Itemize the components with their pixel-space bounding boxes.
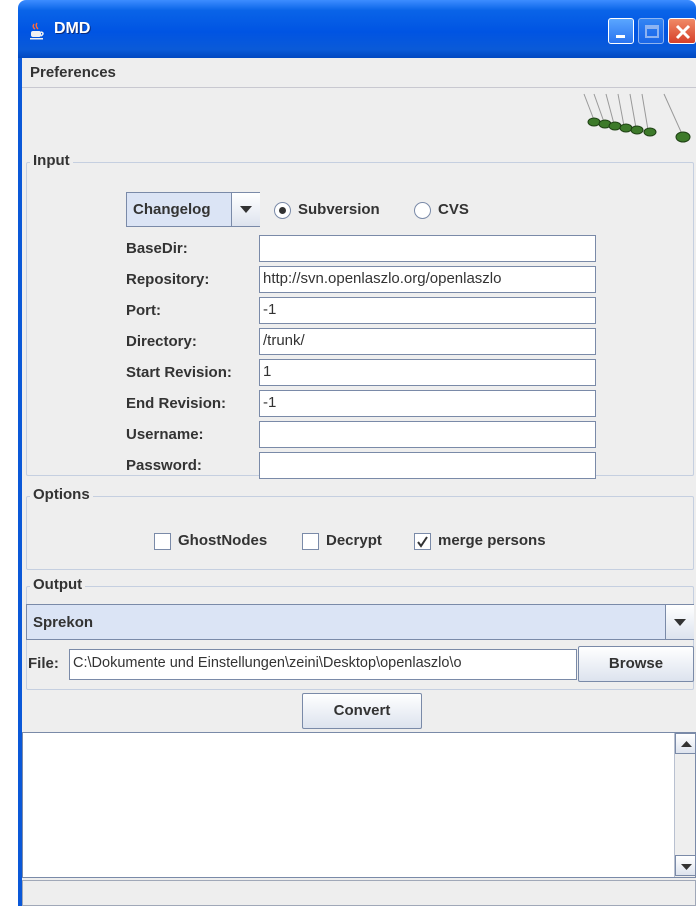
end-revision-field[interactable]: -1 bbox=[259, 390, 596, 417]
mode-select[interactable]: Changelog bbox=[126, 192, 260, 227]
convert-button[interactable]: Convert bbox=[302, 693, 422, 729]
arrow-up-icon bbox=[681, 741, 692, 747]
start-revision-field[interactable]: 1 bbox=[259, 359, 596, 386]
end-revision-label: End Revision: bbox=[126, 395, 227, 412]
username-label: Username: bbox=[126, 426, 204, 443]
directory-label: Directory: bbox=[126, 333, 197, 350]
port-field[interactable]: -1 bbox=[259, 297, 596, 324]
username-field[interactable] bbox=[259, 421, 596, 448]
close-icon bbox=[675, 24, 691, 40]
repository-field[interactable]: http://svn.openlaszlo.org/openlaszlo bbox=[259, 266, 596, 293]
maximize-button[interactable] bbox=[638, 18, 664, 44]
radio-subversion-label: Subversion bbox=[298, 201, 380, 218]
output-format-arrow[interactable] bbox=[665, 605, 694, 639]
password-label: Password: bbox=[126, 457, 202, 474]
chevron-down-icon bbox=[674, 619, 686, 626]
port-label: Port: bbox=[126, 302, 161, 319]
decrypt-label: Decrypt bbox=[326, 532, 382, 549]
status-bar bbox=[22, 880, 696, 906]
output-format-value: Sprekon bbox=[33, 614, 94, 631]
mode-select-value: Changelog bbox=[133, 201, 211, 218]
minimize-button[interactable] bbox=[608, 18, 634, 44]
scroll-up-button[interactable] bbox=[675, 733, 696, 754]
arrow-down-icon bbox=[681, 864, 692, 870]
ghostnodes-checkbox[interactable] bbox=[154, 533, 171, 550]
checkmark-icon bbox=[417, 536, 428, 548]
directory-field[interactable]: /trunk/ bbox=[259, 328, 596, 355]
radio-cvs[interactable] bbox=[414, 202, 431, 219]
start-revision-label: Start Revision: bbox=[126, 364, 232, 381]
ghostnodes-label: GhostNodes bbox=[178, 532, 268, 549]
browse-button[interactable]: Browse bbox=[578, 646, 694, 682]
merge-persons-label: merge persons bbox=[438, 532, 546, 549]
window-title: DMD bbox=[54, 20, 91, 37]
output-legend: Output bbox=[30, 576, 86, 593]
options-legend: Options bbox=[30, 486, 93, 503]
decrypt-checkbox[interactable] bbox=[302, 533, 319, 550]
file-path-field[interactable]: C:\Dokumente und Einstellungen\zeini\Des… bbox=[69, 649, 577, 680]
repository-label: Repository: bbox=[126, 271, 210, 288]
chevron-down-icon bbox=[240, 206, 252, 213]
basedir-field[interactable] bbox=[259, 235, 596, 262]
password-field[interactable] bbox=[259, 452, 596, 479]
input-legend: Input bbox=[30, 152, 73, 169]
basedir-label: BaseDir: bbox=[126, 240, 188, 257]
newtons-cradle-icon bbox=[583, 93, 691, 143]
minimize-icon bbox=[616, 35, 625, 38]
scroll-down-button[interactable] bbox=[675, 855, 696, 876]
mode-select-arrow[interactable] bbox=[231, 193, 260, 226]
menu-bar: Preferences bbox=[22, 58, 696, 88]
log-scrollbar[interactable] bbox=[674, 733, 696, 877]
maximize-icon bbox=[645, 25, 659, 38]
merge-persons-checkbox[interactable] bbox=[414, 533, 431, 550]
title-bar[interactable]: DMD bbox=[18, 0, 696, 58]
menu-preferences[interactable]: Preferences bbox=[30, 64, 116, 81]
file-label: File: bbox=[28, 655, 59, 672]
java-cup-icon bbox=[30, 22, 44, 40]
radio-subversion[interactable] bbox=[274, 202, 291, 219]
log-textarea[interactable] bbox=[22, 732, 696, 878]
close-button[interactable] bbox=[668, 18, 696, 44]
radio-cvs-label: CVS bbox=[438, 201, 469, 218]
output-format-select[interactable]: Sprekon bbox=[26, 604, 694, 640]
